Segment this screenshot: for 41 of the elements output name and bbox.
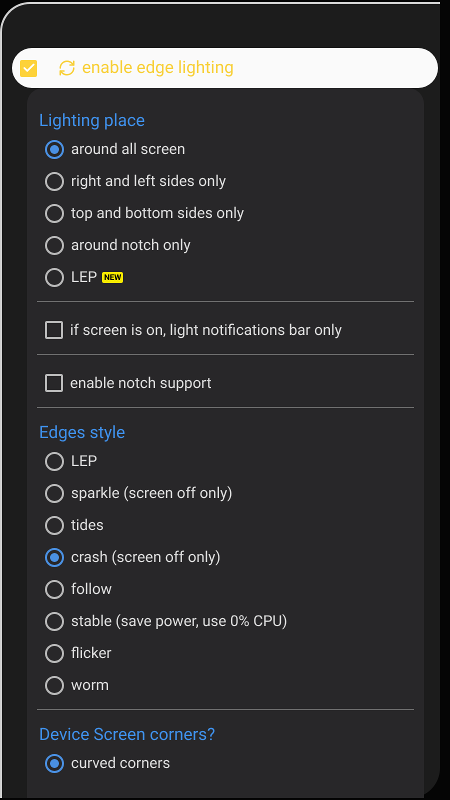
master-switch-label: enable edge lighting	[82, 58, 234, 78]
option-label: flicker	[71, 644, 112, 662]
radio-button[interactable]	[45, 548, 64, 566]
refresh-icon	[58, 59, 76, 77]
section-title: Edges style	[38, 422, 126, 445]
radio-button[interactable]	[45, 172, 64, 190]
option-label: LEP	[71, 268, 98, 286]
option-label: follow	[71, 580, 112, 598]
option-label: tides	[71, 516, 104, 534]
radio-button[interactable]	[45, 268, 64, 286]
new-badge: NEW	[102, 272, 124, 282]
checkbox[interactable]	[45, 374, 63, 392]
option-label: enable notch support	[70, 374, 212, 392]
option-label: around all screen	[71, 140, 186, 158]
option-label: around notch only	[71, 236, 191, 254]
radio-button[interactable]	[45, 452, 64, 470]
radio-button[interactable]	[45, 516, 64, 534]
check-icon	[22, 61, 36, 75]
radio-button[interactable]	[45, 204, 64, 222]
radio-button[interactable]	[45, 754, 64, 772]
option-label: if screen is on, light notifications bar only	[70, 321, 342, 339]
option-label: stable (save power, use 0% CPU)	[71, 612, 288, 630]
radio-button[interactable]	[45, 140, 64, 158]
section-title: Device Screen corners?	[38, 724, 216, 747]
checkbox[interactable]	[20, 60, 37, 76]
radio-button[interactable]	[45, 676, 64, 694]
option-label: top and bottom sides only	[71, 204, 244, 222]
option-label: sparkle (screen off only)	[71, 484, 232, 502]
option-label: right and left sides only	[71, 172, 226, 190]
radio-button[interactable]	[45, 236, 64, 254]
radio-button[interactable]	[45, 484, 64, 502]
radio-button[interactable]	[45, 612, 64, 630]
master-switch-bar[interactable]: enable edge lighting	[12, 48, 438, 88]
checkbox[interactable]	[45, 321, 63, 339]
radio-button[interactable]	[45, 644, 64, 662]
option-label: worm	[71, 676, 110, 694]
section-title: Lighting place	[38, 110, 146, 133]
option-label: curved corners	[71, 754, 170, 772]
option-label: crash (screen off only)	[71, 548, 221, 566]
option-label: LEP	[71, 452, 98, 470]
radio-button[interactable]	[45, 580, 64, 598]
